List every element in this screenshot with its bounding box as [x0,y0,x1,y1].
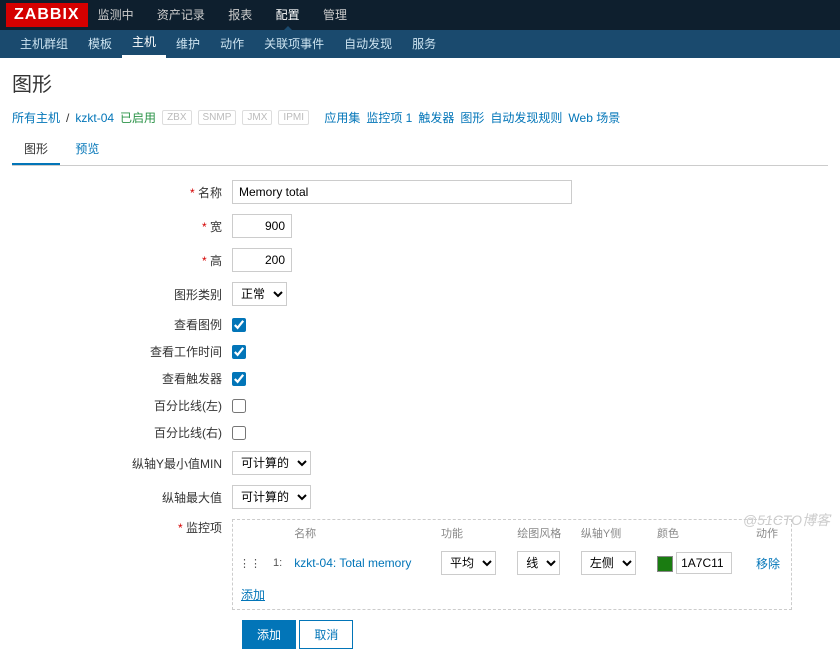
subnav-actions[interactable]: 动作 [210,30,254,58]
label-ymax: 纵轴最大值 [12,489,232,506]
page-title: 图形 [12,68,828,97]
topnav-admin[interactable]: 管理 [313,0,357,30]
row-yaxis[interactable]: 左侧 [581,551,636,575]
check-pleft[interactable] [232,399,246,413]
input-name[interactable] [232,180,572,204]
bc-triggers[interactable]: 触发器 [418,109,454,126]
label-legend: 查看图例 [12,316,232,333]
check-legend[interactable] [232,318,246,332]
input-height[interactable] [232,248,292,272]
topnav-monitoring[interactable]: 监测中 [88,0,144,30]
check-worktime[interactable] [232,345,246,359]
tab-graph[interactable]: 图形 [12,134,60,165]
subnav-templates[interactable]: 模板 [78,30,122,58]
label-ymin: 纵轴Y最小值MIN [12,455,232,472]
subnav-correlation[interactable]: 关联项事件 [254,30,334,58]
subnav-maintenance[interactable]: 维护 [166,30,210,58]
topnav-inventory[interactable]: 资产记录 [147,0,215,30]
subnav-services[interactable]: 服务 [402,30,446,58]
check-pright[interactable] [232,426,246,440]
label-name: 名称 [12,184,232,201]
select-type[interactable]: 正常 [232,282,287,306]
color-swatch[interactable] [657,556,673,572]
th-style: 绘图风格 [511,520,575,546]
subnav-discovery[interactable]: 自动发现 [334,30,402,58]
bc-graphs[interactable]: 图形 [460,109,484,126]
add-button[interactable]: 添加 [242,620,296,649]
bc-discovery[interactable]: 自动发现规则 [490,109,562,126]
label-pleft: 百分比线(左) [12,397,232,414]
th-color: 颜色 [651,520,750,546]
label-type: 图形类别 [12,286,232,303]
top-bar: ZABBIX 监测中 资产记录 报表 配置 管理 [0,0,840,30]
tabs: 图形 预览 [12,134,828,166]
row-item-name[interactable]: kzkt-04: Total memory [294,556,411,570]
bc-host[interactable]: kzkt-04 [75,111,114,125]
tag-ipmi: IPMI [278,110,309,125]
th-name: 名称 [288,520,435,546]
row-remove[interactable]: 移除 [756,557,780,571]
subnav-hosts[interactable]: 主机 [122,30,166,58]
label-pright: 百分比线(右) [12,424,232,441]
row-style[interactable]: 线 [517,551,560,575]
sub-bar: 主机群组 模板 主机 维护 动作 关联项事件 自动发现 服务 [0,30,840,58]
cancel-button[interactable]: 取消 [299,620,353,649]
logo: ZABBIX [6,3,88,27]
input-width[interactable] [232,214,292,238]
th-func: 功能 [435,520,511,546]
label-height: 高 [12,252,232,269]
topnav-config[interactable]: 配置 [266,0,310,30]
bc-web[interactable]: Web 场景 [568,109,620,126]
label-items: 监控项 [12,519,232,536]
select-ymax[interactable]: 可计算的 [232,485,311,509]
row-func[interactable]: 平均 [441,551,496,575]
label-worktime: 查看工作时间 [12,343,232,360]
subnav-hostgroups[interactable]: 主机群组 [10,30,78,58]
tag-zbx: ZBX [162,110,191,125]
bc-items[interactable]: 监控项 1 [366,109,412,126]
color-input[interactable] [676,552,732,574]
breadcrumb: 所有主机 / kzkt-04 已启用 ZBX SNMP JMX IPMI 应用集… [12,109,828,126]
tab-preview[interactable]: 预览 [63,134,111,163]
bc-apps[interactable]: 应用集 [324,109,360,126]
table-row: ⋮⋮ 1: kzkt-04: Total memory 平均 线 左侧 移除 [233,546,791,580]
topnav-reports[interactable]: 报表 [218,0,262,30]
th-yaxis: 纵轴Y侧 [575,520,651,546]
check-triggers[interactable] [232,372,246,386]
label-width: 宽 [12,218,232,235]
top-nav: 监测中 资产记录 报表 配置 管理 [88,0,357,30]
select-ymin[interactable]: 可计算的 [232,451,311,475]
tag-snmp: SNMP [198,110,237,125]
bc-all-hosts[interactable]: 所有主机 [12,109,60,126]
items-add-link[interactable]: 添加 [241,588,265,602]
items-table: 名称 功能 绘图风格 纵轴Y侧 颜色 动作 ⋮⋮ 1: kzkt-04: Tot… [232,519,792,610]
drag-handle-icon[interactable]: ⋮⋮ [233,546,267,580]
row-index: 1: [267,546,288,580]
label-triggers: 查看触发器 [12,370,232,387]
bc-enabled: 已启用 [120,109,156,126]
tag-jmx: JMX [242,110,272,125]
watermark: @51CTO博客 [743,510,830,530]
